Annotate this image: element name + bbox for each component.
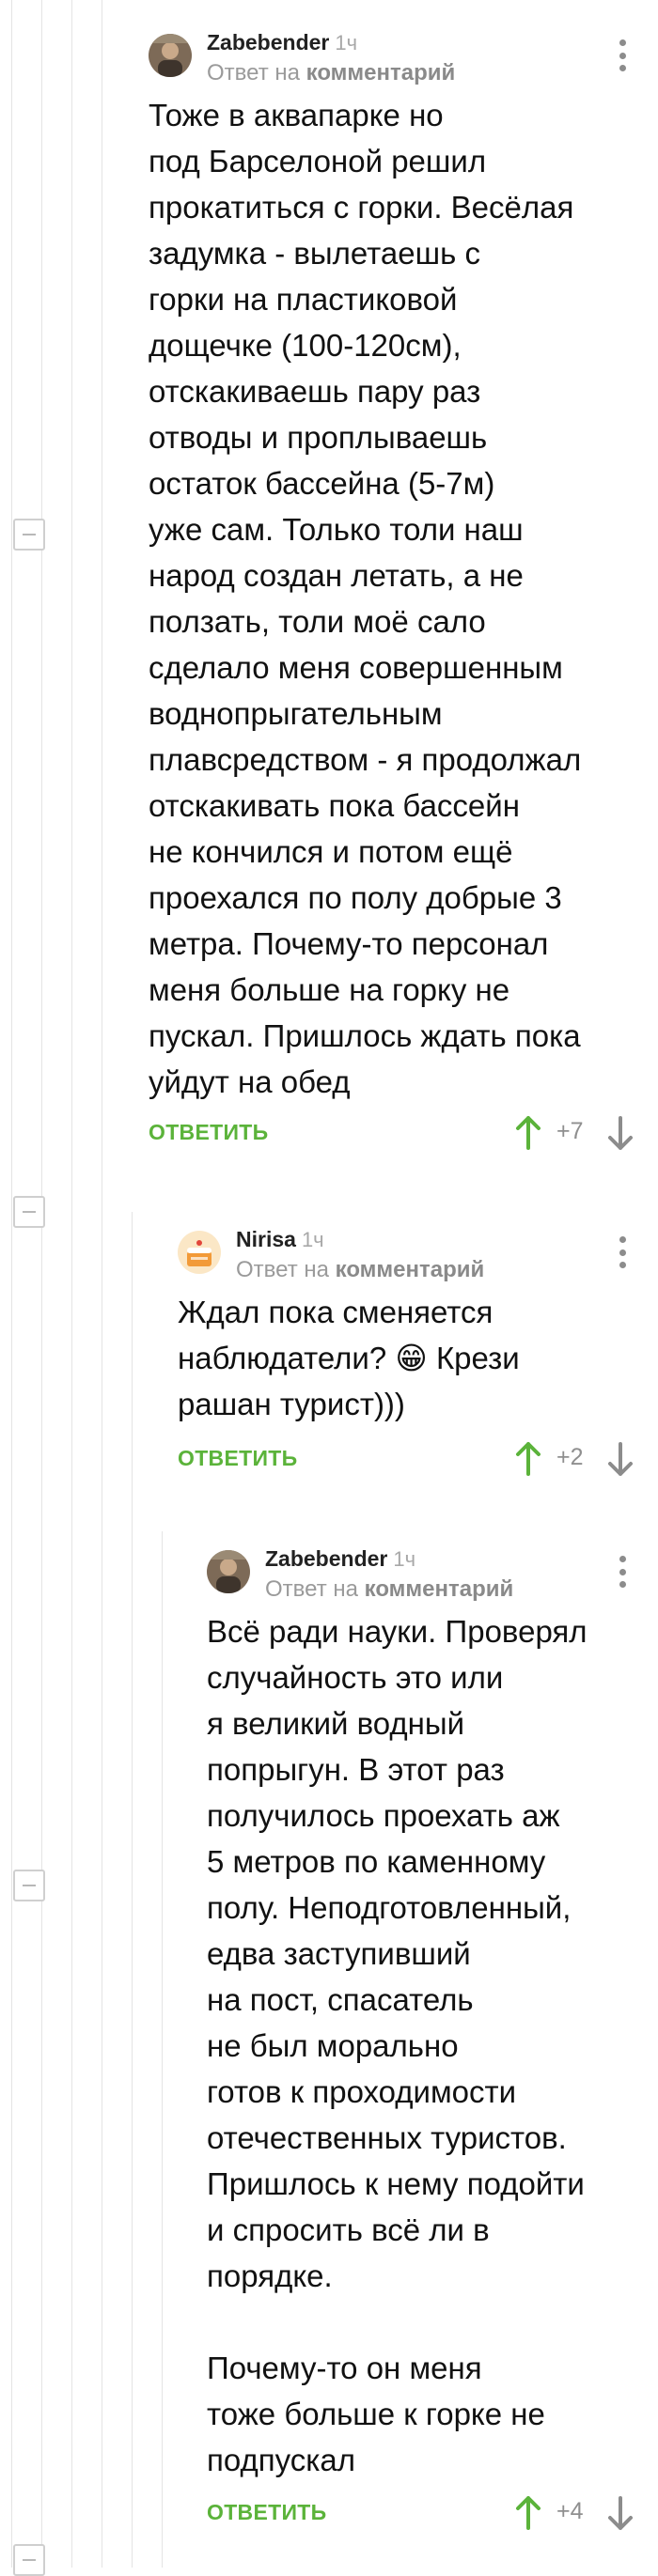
reply-button[interactable]: ОТВЕТИТЬ	[178, 1446, 297, 1471]
comment-text: Всё ради науки. Проверял случайность это…	[207, 1614, 588, 2477]
comment-text: Ждал пока сменяется наблюдатели? 😁 Крези…	[178, 1295, 520, 1421]
comment-time: 1ч	[393, 1547, 416, 1571]
upvote-icon[interactable]	[514, 1114, 542, 1152]
comment-actions: ОТВЕТИТЬ +2	[178, 1436, 639, 1483]
avatar[interactable]	[207, 1550, 250, 1593]
downvote-icon[interactable]	[606, 1440, 634, 1478]
reply-to-prefix: Ответ на	[207, 60, 300, 85]
comment-author[interactable]: Zabebender 1ч	[265, 1546, 415, 1572]
collapse-thread-button[interactable]	[13, 519, 45, 551]
comment-header: Zabebender 1ч Ответ на комментарий	[207, 1546, 639, 1608]
reply-button[interactable]: ОТВЕТИТЬ	[149, 1120, 268, 1145]
comment-author[interactable]: Zabebender 1ч	[207, 30, 357, 55]
reply-to-prefix: Ответ на	[236, 1257, 329, 1282]
thread-line	[41, 0, 42, 2568]
reply-button[interactable]: ОТВЕТИТЬ	[207, 2500, 326, 2525]
reply-to-link[interactable]: комментарий	[336, 1257, 485, 1282]
comment-time: 1ч	[301, 1228, 324, 1251]
comment: Zabebender 1ч Ответ на комментарий Всё ра…	[207, 1546, 639, 2537]
upvote-icon[interactable]	[514, 2494, 542, 2532]
reply-to-prefix: Ответ на	[265, 1576, 358, 1602]
comment-header: Zabebender 1ч Ответ на комментарий	[149, 30, 639, 92]
thread-line	[71, 0, 72, 2568]
downvote-icon[interactable]	[606, 2494, 634, 2532]
rating-score: +4	[556, 2498, 584, 2524]
comment-actions: ОТВЕТИТЬ +7	[149, 1110, 639, 1157]
rating-score: +7	[556, 1118, 584, 1144]
upvote-icon[interactable]	[514, 1440, 542, 1478]
more-options-icon[interactable]	[618, 39, 627, 71]
thread-line	[132, 1212, 133, 2568]
avatar[interactable]	[178, 1231, 221, 1274]
more-options-icon[interactable]	[618, 1236, 627, 1268]
more-options-icon[interactable]	[618, 1556, 627, 1588]
reply-to-line: Ответ на комментарий	[207, 60, 455, 86]
reply-to-line: Ответ на комментарий	[236, 1257, 484, 1283]
collapse-thread-button[interactable]	[13, 1870, 45, 1901]
reply-to-link[interactable]: комментарий	[306, 60, 456, 85]
comment-author[interactable]: Nirisa 1ч	[236, 1227, 324, 1252]
comment-actions: ОТВЕТИТЬ +4	[207, 2491, 639, 2537]
comment-header: Nirisa 1ч Ответ на комментарий	[178, 1227, 639, 1289]
reply-to-line: Ответ на комментарий	[265, 1576, 513, 1603]
comment-text: Тоже в аквапарке но под Барселоной решил…	[149, 98, 582, 1099]
comment-time: 1ч	[335, 31, 358, 54]
thread-line	[11, 0, 12, 2568]
collapse-thread-button[interactable]	[13, 2544, 45, 2576]
thread-line	[162, 1531, 163, 2568]
collapse-thread-button[interactable]	[13, 1196, 45, 1228]
avatar[interactable]	[149, 34, 192, 77]
downvote-icon[interactable]	[606, 1114, 634, 1152]
comment: Zabebender 1ч Ответ на комментарий Тоже в…	[149, 30, 639, 1157]
comment: Nirisa 1ч Ответ на комментарий Ждал пока …	[178, 1227, 639, 1483]
reply-to-link[interactable]: комментарий	[365, 1576, 514, 1602]
rating-score: +2	[556, 1444, 584, 1470]
